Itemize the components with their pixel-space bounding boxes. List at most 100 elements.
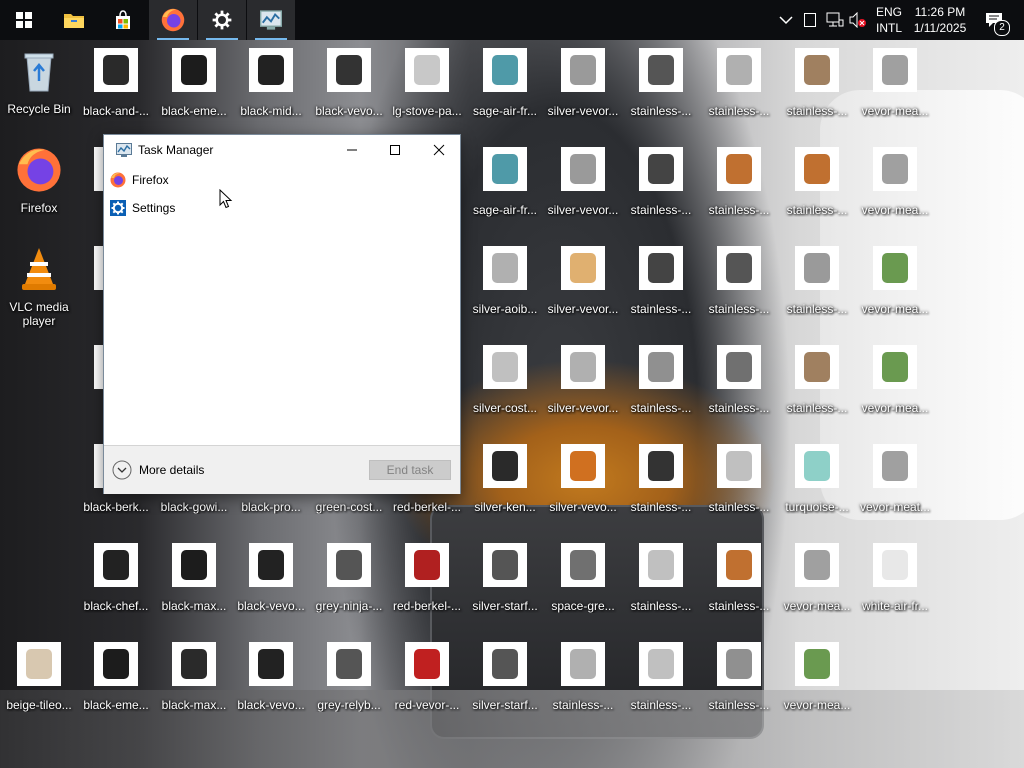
desktop-icon[interactable]: vevor-mea... <box>778 541 856 631</box>
desktop-icon-label: beige-tileo... <box>6 698 72 712</box>
desktop-icon[interactable]: stainless-... <box>700 244 778 334</box>
show-hidden-icons-button[interactable] <box>779 0 793 40</box>
image-thumbnail <box>405 642 449 686</box>
desktop-icon[interactable]: silver-starf... <box>466 640 544 730</box>
desktop-icon[interactable]: stainless-... <box>700 640 778 730</box>
desktop-icon[interactable]: space-gre... <box>544 541 622 631</box>
desktop-icon[interactable]: stainless-... <box>622 46 700 136</box>
desktop-icon[interactable]: turquoise-... <box>778 442 856 532</box>
close-button[interactable] <box>417 135 461 165</box>
desktop-icon[interactable]: black-vevo... <box>232 640 310 730</box>
desktop-icon[interactable]: black-eme... <box>155 46 233 136</box>
desktop-icon[interactable]: silver-vevor... <box>544 46 622 136</box>
desktop-icon[interactable]: silver-cost... <box>466 343 544 433</box>
desktop-icon[interactable]: black-chef... <box>77 541 155 631</box>
desktop-icon[interactable]: stainless-... <box>622 145 700 235</box>
desktop-icon[interactable]: silver-vevor... <box>544 343 622 433</box>
desktop-icon[interactable]: stainless-... <box>778 46 856 136</box>
desktop-icon[interactable]: vevor-mea... <box>856 343 934 433</box>
desktop-icon[interactable]: stainless-... <box>622 244 700 334</box>
maximize-button[interactable] <box>373 135 417 165</box>
image-thumbnail <box>483 345 527 389</box>
desktop-icon[interactable]: grey-relyb... <box>310 640 388 730</box>
desktop-icon[interactable]: red-vevor-... <box>388 640 466 730</box>
desktop-icon[interactable]: silver-vevor... <box>544 244 622 334</box>
start-button[interactable] <box>0 0 48 40</box>
tray-language[interactable]: ENG INTL <box>873 4 905 36</box>
desktop-icon[interactable]: stainless-... <box>778 145 856 235</box>
task-manager-title: Task Manager <box>138 143 214 157</box>
desktop-icon[interactable]: beige-tileo... <box>0 640 78 730</box>
desktop-icon[interactable]: white-air-fr... <box>856 541 934 631</box>
taskbar-store[interactable] <box>99 0 147 40</box>
desktop-icon[interactable]: sage-air-fr... <box>466 145 544 235</box>
desktop-icon[interactable]: silver-ken... <box>466 442 544 532</box>
more-details-button[interactable]: More details <box>112 460 204 480</box>
folder-icon <box>64 14 84 28</box>
action-center-button[interactable]: 2 <box>982 0 1010 40</box>
desktop-icon-label: turquoise-... <box>785 500 849 514</box>
tray-clock[interactable]: 11:26 PM 1/11/2025 <box>910 4 970 36</box>
task-manager-titlebar: Task Manager <box>116 143 213 157</box>
taskbar-file-explorer[interactable] <box>50 0 98 40</box>
desktop-icon[interactable]: stainless-... <box>622 541 700 631</box>
product-image <box>258 649 284 679</box>
desktop-icon[interactable]: black-vevo... <box>310 46 388 136</box>
desktop-icon[interactable]: black-eme... <box>77 640 155 730</box>
desktop-icon[interactable]: black-vevo... <box>232 541 310 631</box>
desktop-icon[interactable]: stainless-... <box>544 640 622 730</box>
desktop-icon-label: stainless-... <box>708 104 770 118</box>
desktop-icon[interactable]: Firefox <box>0 145 78 235</box>
desktop-icon[interactable]: VLC media player <box>0 244 78 334</box>
desktop-icon-label: silver-vevor... <box>547 302 619 316</box>
desktop-icon[interactable]: stainless-... <box>700 442 778 532</box>
desktop-icon[interactable]: vevor-mea... <box>856 46 934 136</box>
app-row-firefox[interactable]: Firefox <box>110 167 450 193</box>
desktop-icon[interactable]: black-max... <box>155 640 233 730</box>
desktop-icon[interactable]: silver-aoib... <box>466 244 544 334</box>
desktop-icon[interactable]: vevor-mea... <box>856 145 934 235</box>
desktop-icon[interactable]: silver-vevo... <box>544 442 622 532</box>
desktop-icon-label: red-berkel-... <box>392 500 462 514</box>
desktop-icon[interactable]: stainless-... <box>700 541 778 631</box>
desktop-icon[interactable]: stainless-... <box>778 244 856 334</box>
tray-volume[interactable] <box>849 0 867 40</box>
desktop-icon[interactable]: stainless-... <box>700 343 778 433</box>
desktop-icon[interactable]: stainless-... <box>622 343 700 433</box>
desktop-icon[interactable]: black-and-... <box>77 46 155 136</box>
app-row-settings[interactable]: Settings <box>110 195 450 221</box>
desktop-icon[interactable]: stainless-... <box>622 640 700 730</box>
taskbar-firefox[interactable] <box>149 0 197 40</box>
desktop-icon-label: silver-aoib... <box>472 302 538 316</box>
desktop-icon[interactable]: vevor-mea... <box>778 640 856 730</box>
minimize-button[interactable] <box>330 135 374 165</box>
desktop-icon[interactable]: silver-vevor... <box>544 145 622 235</box>
desktop-icon[interactable]: vevor-mea... <box>856 244 934 334</box>
desktop-icon[interactable]: red-berkel-... <box>388 541 466 631</box>
tray-keyboard[interactable] <box>804 0 816 40</box>
product-image <box>103 649 129 679</box>
desktop-icon[interactable]: black-mid... <box>232 46 310 136</box>
product-image <box>804 451 830 481</box>
desktop-icon-label: black-pro... <box>241 500 301 514</box>
desktop-icon[interactable]: stainless-... <box>622 442 700 532</box>
product-image <box>648 550 674 580</box>
desktop-icon[interactable]: grey-ninja-... <box>310 541 388 631</box>
firefox-icon <box>16 145 62 195</box>
desktop-icon[interactable]: vevor-meat... <box>856 442 934 532</box>
image-thumbnail <box>483 246 527 290</box>
desktop-icon[interactable]: black-max... <box>155 541 233 631</box>
desktop-icon[interactable]: stainless-... <box>700 145 778 235</box>
desktop-icon[interactable]: sage-air-fr... <box>466 46 544 136</box>
taskbar-settings[interactable] <box>198 0 246 40</box>
desktop-icon[interactable]: silver-starf... <box>466 541 544 631</box>
desktop-icon-label: vevor-mea... <box>783 599 851 613</box>
taskbar-task-manager[interactable] <box>247 0 295 40</box>
end-task-button[interactable]: End task <box>369 460 451 480</box>
product-image <box>492 451 518 481</box>
desktop-icon[interactable]: stainless-... <box>778 343 856 433</box>
desktop-icon[interactable]: lg-stove-pa... <box>388 46 466 136</box>
desktop-icon[interactable]: Recycle Bin <box>0 46 78 136</box>
tray-network[interactable] <box>826 0 844 40</box>
desktop-icon[interactable]: stainless-... <box>700 46 778 136</box>
